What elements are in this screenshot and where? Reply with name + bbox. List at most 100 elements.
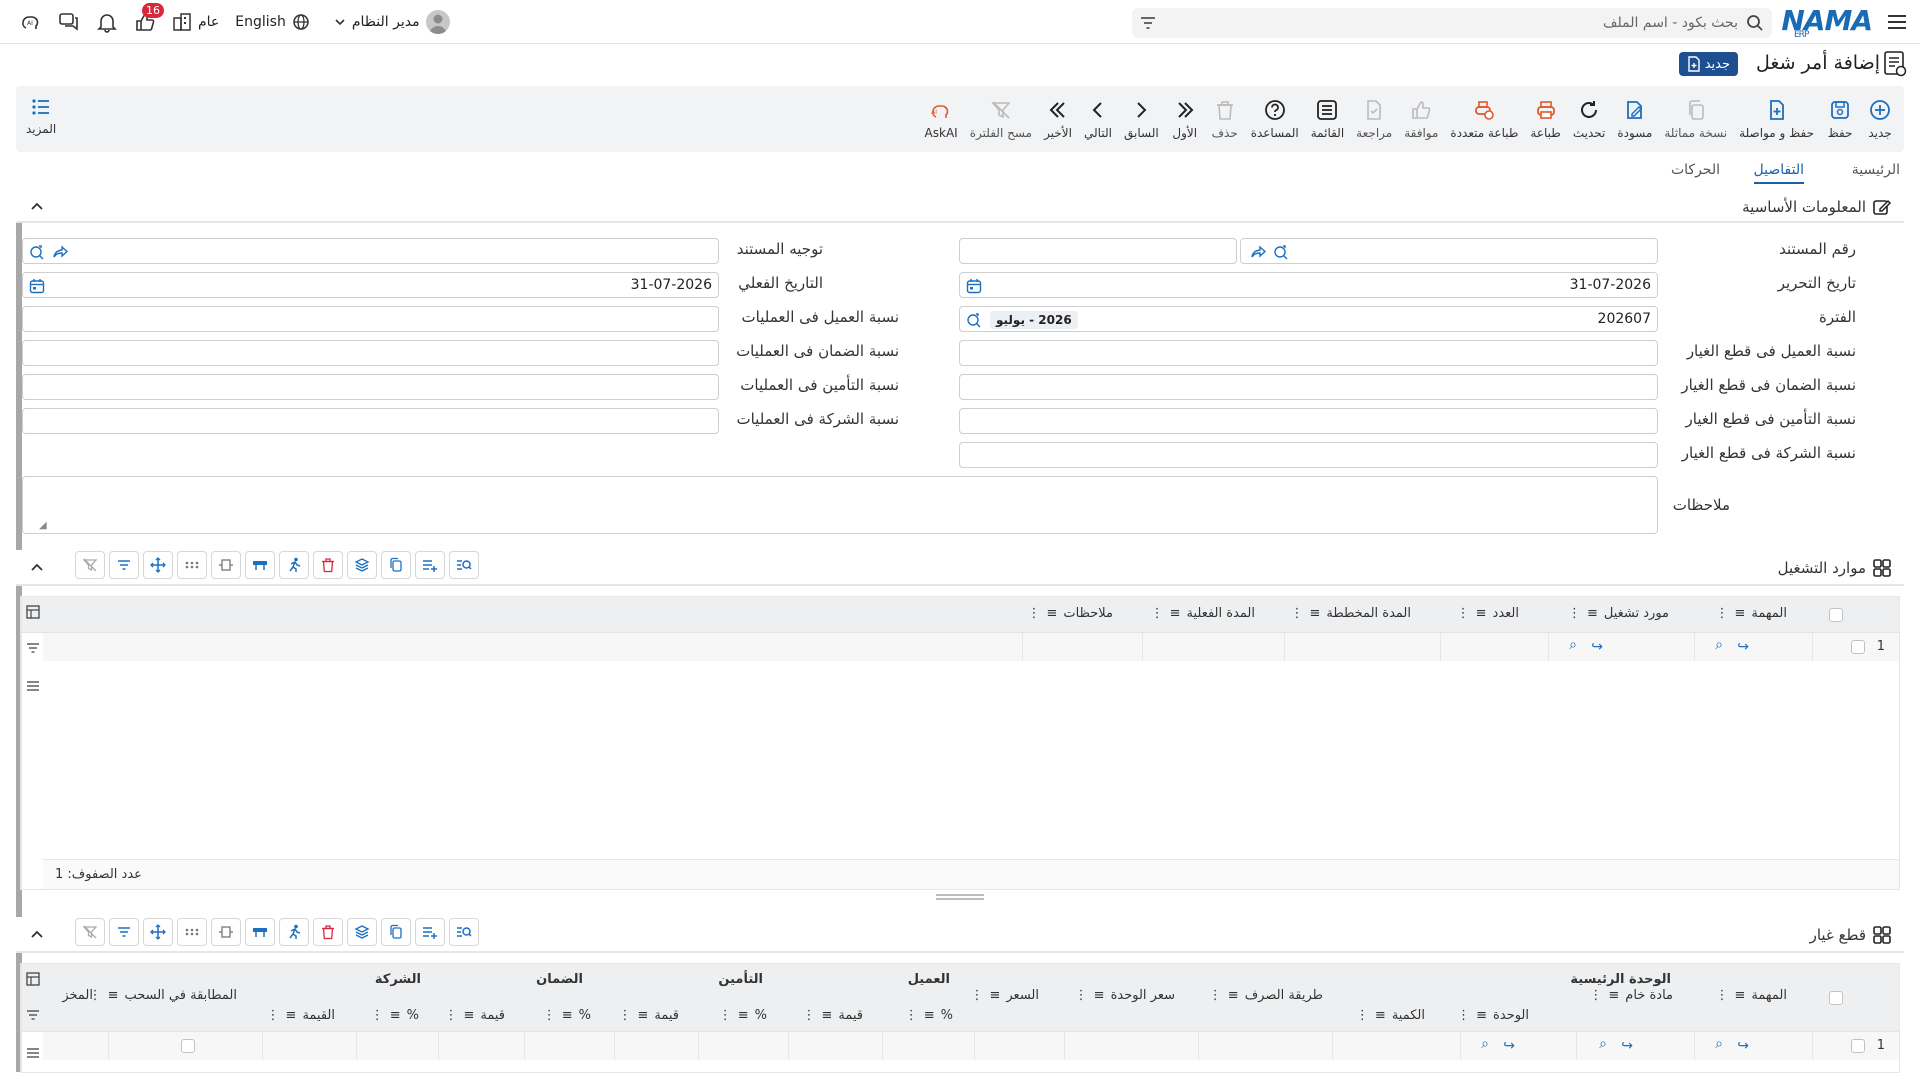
refresh-button[interactable]: تحديث [1567, 86, 1612, 152]
cust-parts-field[interactable] [959, 340, 1658, 366]
multi-print-button[interactable]: طباعة متعددة [1444, 86, 1524, 152]
col-menu-icon[interactable]: ⋮ [1716, 606, 1729, 621]
column-width-icon[interactable] [211, 551, 241, 579]
help-button[interactable]: المساعدة [1245, 86, 1305, 152]
col-warranty-pct[interactable]: % ≡ ⋮ [543, 1008, 591, 1023]
search-list-icon[interactable] [449, 551, 479, 579]
col-store[interactable]: المخز [62, 988, 93, 1003]
select-all-checkbox[interactable] [1829, 608, 1843, 622]
col-planned-duration[interactable]: المدة المخططة ≡ ⋮ [1290, 606, 1411, 621]
filter-icon[interactable]: ≡ [924, 1008, 935, 1023]
add-row-icon[interactable] [415, 551, 445, 579]
col-menu-icon[interactable]: ⋮ [618, 1008, 631, 1023]
new-button[interactable]: جديد [1860, 86, 1900, 152]
col-menu-icon[interactable]: ⋮ [1568, 606, 1581, 621]
share-icon[interactable]: ↪ [1737, 639, 1749, 655]
add-row-icon[interactable] [415, 918, 445, 946]
row-checkbox[interactable] [1851, 1039, 1865, 1053]
copy-icon[interactable] [381, 918, 411, 946]
edit-date-field[interactable]: 31-07-2026 [959, 272, 1658, 298]
next-button[interactable]: التالي [1078, 86, 1118, 152]
col-warranty-value[interactable]: قيمة ≡ ⋮ [444, 1008, 505, 1023]
filter-icon[interactable]: ≡ [1476, 606, 1487, 621]
filter-icon[interactable]: ≡ [390, 1008, 401, 1023]
chevron-up-icon[interactable] [30, 928, 44, 942]
draft-button[interactable]: مسودة [1611, 86, 1658, 152]
copy-button[interactable]: نسخة مماثلة [1658, 86, 1733, 152]
search-refresh-icon[interactable]: ⌕ [1481, 1036, 1489, 1052]
col-insurance-pct[interactable]: % ≡ ⋮ [719, 1008, 767, 1023]
filter-icon[interactable]: ≡ [1170, 606, 1181, 621]
col-menu-icon[interactable]: ⋮ [1075, 988, 1088, 1003]
insurance-ops-field[interactable] [22, 374, 719, 400]
col-customer-value[interactable]: قيمة ≡ ⋮ [802, 1008, 863, 1023]
match-checkbox[interactable] [181, 1039, 195, 1053]
col-menu-icon[interactable]: ⋮ [543, 1008, 556, 1023]
col-actual-duration[interactable]: المدة الفعلية ≡ ⋮ [1151, 606, 1255, 621]
table-row[interactable]: 1 ↪ ⌕ ↪ ⌕ ↪ ⌕ [43, 1032, 1899, 1060]
filter-icon[interactable]: ≡ [1608, 988, 1619, 1003]
print-button[interactable]: طباعة [1524, 86, 1566, 152]
search-refresh-icon[interactable] [1273, 244, 1289, 260]
col-menu-icon[interactable]: ⋮ [267, 1008, 280, 1023]
table-settings-icon[interactable] [245, 918, 275, 946]
save-continue-button[interactable]: حفظ و مواصلة [1733, 86, 1820, 152]
col-menu-icon[interactable]: ⋮ [444, 1008, 457, 1023]
col-task[interactable]: المهمة ≡ ⋮ [1716, 988, 1787, 1003]
search-refresh-icon[interactable] [29, 244, 45, 260]
filter-lines-icon[interactable] [26, 641, 40, 655]
more-button[interactable]: المزيد [26, 96, 56, 136]
trash-icon[interactable] [313, 551, 343, 579]
col-company-pct[interactable]: % ≡ ⋮ [371, 1008, 419, 1023]
doc-number-aux-field[interactable] [959, 238, 1237, 264]
dots-grid-icon[interactable] [177, 918, 207, 946]
copy-icon[interactable] [381, 551, 411, 579]
filter-icon[interactable]: ≡ [286, 1008, 297, 1023]
menu-icon[interactable] [26, 1046, 40, 1060]
list-button[interactable]: القائمة [1305, 86, 1350, 152]
col-unit[interactable]: الوحدة ≡ ⋮ [1457, 1008, 1529, 1023]
actual-date-field[interactable]: 31-07-2026 [22, 272, 719, 298]
user-menu[interactable]: مدير النظام [326, 0, 458, 44]
company-parts-field[interactable] [959, 442, 1658, 468]
notes-textarea[interactable]: ◢ [22, 476, 1658, 534]
share-icon[interactable] [53, 244, 69, 260]
share-icon[interactable]: ↪ [1621, 1038, 1633, 1054]
insurance-parts-field[interactable] [959, 408, 1658, 434]
col-insurance-value[interactable]: قيمة ≡ ⋮ [618, 1008, 679, 1023]
menu-icon[interactable] [1886, 11, 1908, 33]
last-button[interactable]: الأخير [1038, 86, 1078, 152]
filter-icon[interactable]: ≡ [1046, 606, 1057, 621]
approve-button[interactable]: موافقة [1398, 86, 1444, 152]
filter-lines-icon[interactable] [109, 918, 139, 946]
search-refresh-icon[interactable]: ⌕ [1715, 1036, 1723, 1052]
col-menu-icon[interactable]: ⋮ [802, 1008, 815, 1023]
tab-movements[interactable]: الحركات [1671, 162, 1720, 178]
table-row[interactable]: 1 ↪ ⌕ ↪ ⌕ [43, 633, 1899, 661]
filter-lines-icon[interactable] [26, 1008, 40, 1022]
row-checkbox[interactable] [1851, 640, 1865, 654]
nama-logo[interactable]: NAMA ERP [1781, 4, 1873, 40]
clear-filter-button[interactable]: مسح الفلترة [964, 86, 1038, 152]
col-match[interactable]: المطابقة في السحب ≡ ⋮ [89, 988, 237, 1003]
search-refresh-icon[interactable]: ⌕ [1599, 1036, 1607, 1052]
col-material[interactable]: مادة خام ≡ ⋮ [1589, 988, 1673, 1003]
filter-off-icon[interactable] [75, 918, 105, 946]
branch-selector[interactable]: عام [164, 0, 227, 44]
trash-icon[interactable] [313, 918, 343, 946]
warranty-parts-field[interactable] [959, 374, 1658, 400]
col-menu-icon[interactable]: ⋮ [1589, 988, 1602, 1003]
col-price[interactable]: السعر ≡ ⋮ [970, 988, 1039, 1003]
language-switch[interactable]: English [227, 0, 318, 44]
running-person-icon[interactable] [279, 551, 309, 579]
filter-icon[interactable] [1140, 15, 1156, 31]
filter-icon[interactable]: ≡ [821, 1008, 832, 1023]
share-icon[interactable] [1251, 244, 1267, 260]
filter-off-icon[interactable] [75, 551, 105, 579]
filter-icon[interactable]: ≡ [1375, 1008, 1386, 1023]
search-input[interactable] [1178, 12, 1738, 34]
filter-icon[interactable]: ≡ [637, 1008, 648, 1023]
col-menu-icon[interactable]: ⋮ [1151, 606, 1164, 621]
table-icon[interactable] [26, 605, 40, 619]
prev-button[interactable]: السابق [1118, 86, 1165, 152]
